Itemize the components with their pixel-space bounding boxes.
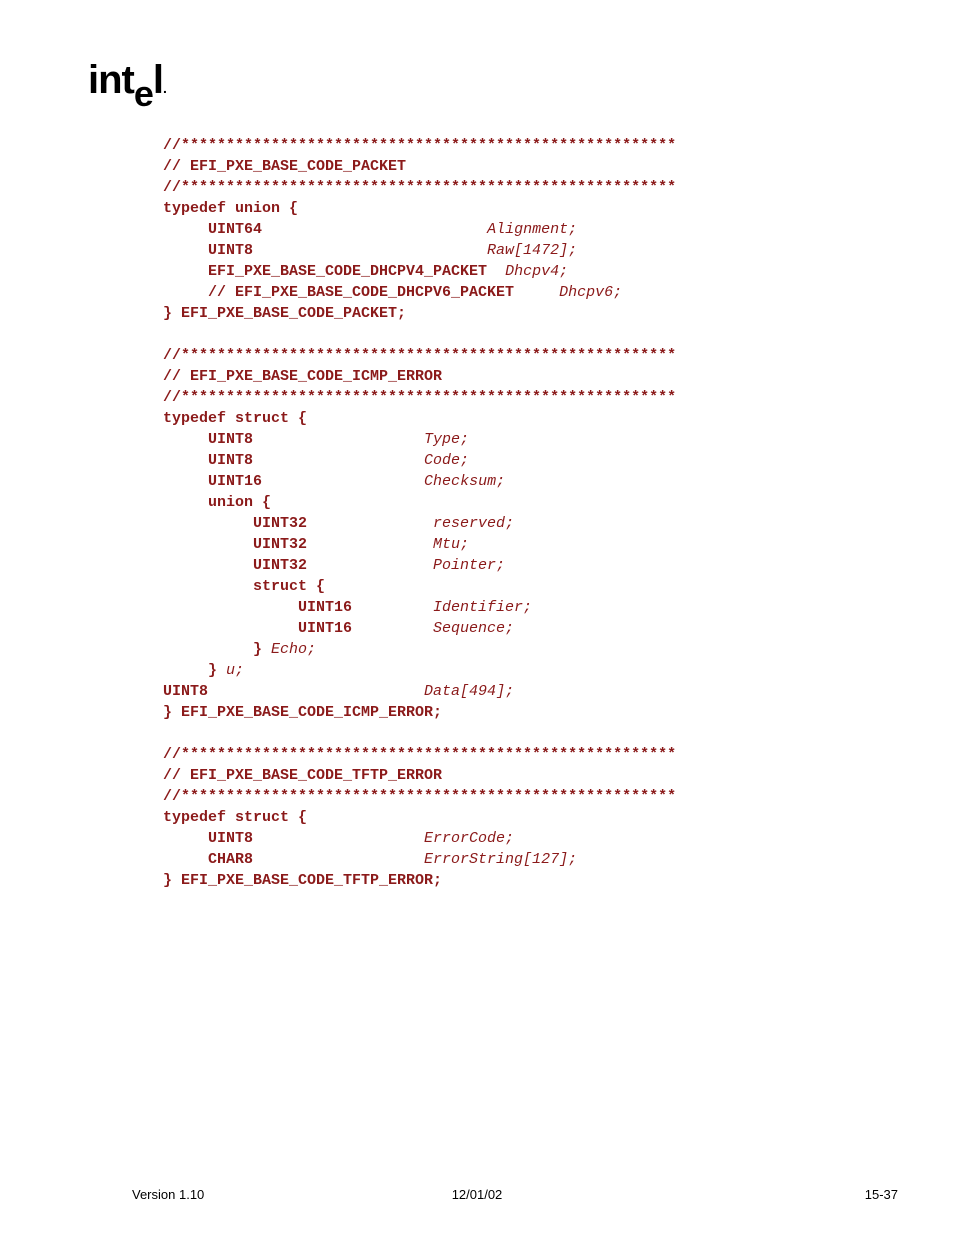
code-type: UINT16 bbox=[163, 473, 262, 490]
code-var: Alignment; bbox=[262, 221, 577, 238]
code-type: EFI_PXE_BASE_CODE_DHCPV4_PACKET bbox=[163, 263, 487, 280]
code-brace: } bbox=[163, 641, 262, 658]
code-line: typedef struct { bbox=[163, 809, 307, 826]
code-line: typedef struct { bbox=[163, 410, 307, 427]
code-line: typedef union { bbox=[163, 200, 298, 217]
footer-date: 12/01/02 bbox=[0, 1187, 954, 1202]
code-line: //**************************************… bbox=[163, 788, 676, 805]
code-type: UINT8 bbox=[163, 242, 253, 259]
code-type: UINT64 bbox=[163, 221, 262, 238]
code-type: UINT16 bbox=[163, 599, 352, 616]
code-type: UINT8 bbox=[163, 431, 253, 448]
code-line: } EFI_PXE_BASE_CODE_ICMP_ERROR; bbox=[163, 704, 442, 721]
code-line: //**************************************… bbox=[163, 389, 676, 406]
code-line: // EFI_PXE_BASE_CODE_PACKET bbox=[163, 158, 406, 175]
code-type: UINT8 bbox=[163, 830, 253, 847]
code-line: struct { bbox=[163, 578, 325, 595]
code-type: UINT32 bbox=[163, 515, 307, 532]
code-var: Type; bbox=[253, 431, 469, 448]
code-line: // EFI_PXE_BASE_CODE_ICMP_ERROR bbox=[163, 368, 442, 385]
code-line: // EFI_PXE_BASE_CODE_TFTP_ERROR bbox=[163, 767, 442, 784]
code-var: Checksum; bbox=[262, 473, 505, 490]
code-var: Dhcpv4; bbox=[487, 263, 568, 280]
code-type: UINT32 bbox=[163, 536, 307, 553]
code-line: union { bbox=[163, 494, 271, 511]
code-type: UINT8 bbox=[163, 683, 208, 700]
code-var: Echo; bbox=[262, 641, 316, 658]
code-var: Sequence; bbox=[352, 620, 514, 637]
code-type: UINT8 bbox=[163, 452, 253, 469]
code-line: //**************************************… bbox=[163, 137, 676, 154]
code-listing: //**************************************… bbox=[163, 135, 676, 891]
code-var: Code; bbox=[253, 452, 469, 469]
code-var: Mtu; bbox=[307, 536, 469, 553]
code-var: Data[494]; bbox=[208, 683, 514, 700]
code-line: } EFI_PXE_BASE_CODE_TFTP_ERROR; bbox=[163, 872, 442, 889]
footer-page-number: 15-37 bbox=[865, 1187, 898, 1202]
code-line: //**************************************… bbox=[163, 179, 676, 196]
code-var: Identifier; bbox=[352, 599, 532, 616]
code-var: ErrorString[127]; bbox=[253, 851, 577, 868]
code-type: UINT16 bbox=[163, 620, 352, 637]
code-var: reserved; bbox=[307, 515, 514, 532]
code-var: u; bbox=[217, 662, 244, 679]
code-var: Dhcpv6; bbox=[514, 284, 622, 301]
code-type: UINT32 bbox=[163, 557, 307, 574]
code-type: // EFI_PXE_BASE_CODE_DHCPV6_PACKET bbox=[163, 284, 514, 301]
code-line: //**************************************… bbox=[163, 347, 676, 364]
code-type: CHAR8 bbox=[163, 851, 253, 868]
code-line: } EFI_PXE_BASE_CODE_PACKET; bbox=[163, 305, 406, 322]
code-line: //**************************************… bbox=[163, 746, 676, 763]
code-var: Raw[1472]; bbox=[253, 242, 577, 259]
code-var: Pointer; bbox=[307, 557, 505, 574]
intel-logo: intel. bbox=[88, 58, 166, 111]
code-var: ErrorCode; bbox=[253, 830, 514, 847]
code-brace: } bbox=[163, 662, 217, 679]
